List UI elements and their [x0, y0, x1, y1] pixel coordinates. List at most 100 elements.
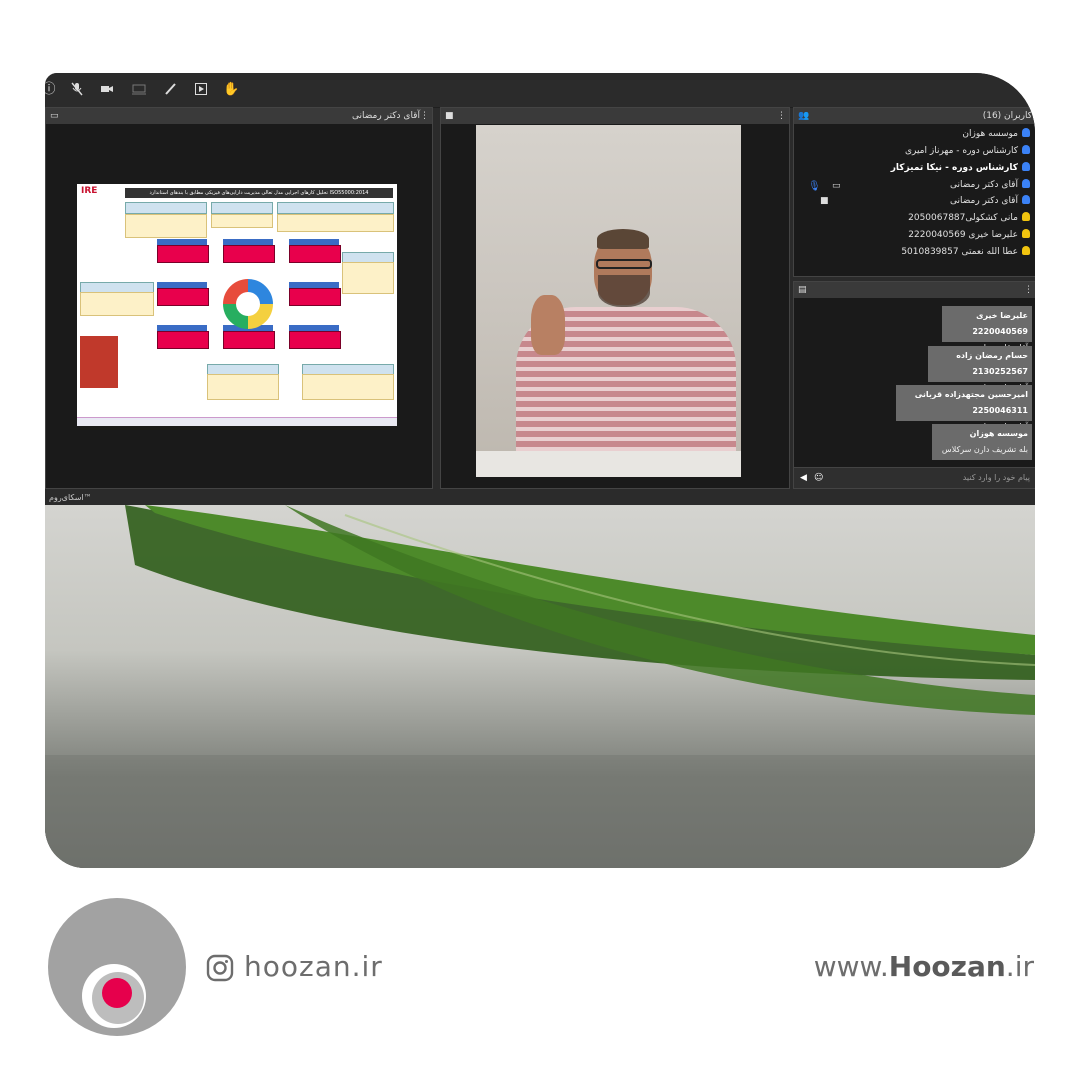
slide-note [211, 214, 273, 228]
video-desk [476, 451, 741, 477]
participant-item[interactable]: آقای دکتر رمضانی [950, 177, 1030, 193]
chat-header: ▤ ⋮ [794, 282, 1035, 298]
video-panel: ■ ⋮ [440, 107, 790, 489]
slide-footer [77, 417, 397, 426]
screen-icon: ▭ [832, 181, 841, 191]
participant-item[interactable]: کارشناس دوره - مهرناز امیری [905, 143, 1030, 159]
participant-item[interactable]: آقای دکتر رمضانی [950, 193, 1030, 209]
site-brand: Hoozan [888, 950, 1006, 983]
slide-panel-header: ▭ آقای دکتر رمضانی ⋮ [46, 108, 432, 124]
video-person-hand [531, 295, 565, 355]
video-person-glasses [596, 259, 652, 269]
slide-box [211, 202, 273, 214]
participant-name: کارشناس دوره - نیکا تمیزکار [890, 163, 1018, 173]
chat-message-text: بله تشریف دارن سرکلاس [941, 445, 1028, 454]
play-icon[interactable] [193, 82, 209, 98]
participant-name: آقای دکتر رمضانی [949, 196, 1018, 206]
menu-dots-icon[interactable]: ⋮ [777, 108, 786, 124]
shared-slide: IRE تحلیل کارهای اجرایی مدل تعالی مدیریت… [77, 184, 397, 426]
instagram-handle[interactable]: hoozan.ir [244, 950, 383, 983]
user-icon [1022, 179, 1030, 188]
site-suffix: .ir [1005, 950, 1034, 983]
participant-item[interactable]: کارشناس دوره - نیکا تمیزکار [891, 160, 1030, 176]
user-icon [1022, 195, 1030, 204]
user-icon [1022, 229, 1030, 238]
slide-box [277, 202, 394, 214]
menu-dots-icon[interactable]: ⋮ [420, 108, 429, 124]
participants-header: 👥 کاربران (16) [794, 108, 1035, 124]
meeting-window: ⓘ ✋ ▭ آقای دکتر رمضانی ⋮ IRE تحلیل کارها… [45, 73, 1035, 868]
participant-name: آقای دکتر رمضانی [949, 180, 1018, 190]
participant-item[interactable]: موسسه هوزان [962, 126, 1030, 142]
send-icon[interactable]: ◀ [800, 468, 807, 488]
hoozan-logo-dot [102, 978, 132, 1008]
slide-panel: ▭ آقای دکتر رمضانی ⋮ IRE تحلیل کارهای اج… [45, 107, 433, 489]
chat-message: امیرحسین مجتهدزاده قربانی 2250046311 آقا… [896, 385, 1032, 431]
pen-icon[interactable] [162, 82, 178, 98]
slide-step [157, 331, 209, 349]
slide-note [80, 292, 154, 316]
slide-logo: IRE [81, 186, 98, 196]
slide-step [157, 288, 209, 306]
chat-message: حسام رمضان زاده 2130252567 آقای قاسم زاد… [928, 346, 1032, 392]
site-prefix: www. [813, 950, 889, 983]
slide-title: تحلیل کارهای اجرایی مدل تعالی مدیریت دار… [125, 188, 393, 198]
video-person-hair [597, 229, 649, 249]
slide-step [223, 331, 275, 349]
menu-dots-icon[interactable]: ⋮ [1024, 282, 1033, 298]
raise-hand-icon[interactable]: ✋ [223, 82, 239, 98]
participants-title: کاربران (16) [982, 111, 1032, 121]
screen-share-icon[interactable] [131, 82, 147, 98]
participant-name: مانی کشکولی2050067887 [908, 213, 1018, 223]
chat-input[interactable]: ◀ ☺ پیام خود را وارد کنید [794, 467, 1035, 488]
user-icon [1022, 212, 1030, 221]
slide-step [157, 245, 209, 263]
participant-item[interactable]: مانی کشکولی2050067887 [908, 210, 1030, 226]
participants-panel: 👥 کاربران (16) موسسه هوزان کارشناس دوره … [793, 107, 1035, 277]
slide-step [223, 245, 275, 263]
slide-panel-title: آقای دکتر رمضانی [351, 111, 420, 121]
chat-message: موسسه هوزان بله تشریف دارن سرکلاس [932, 424, 1032, 460]
users-icon: 👥 [798, 111, 810, 121]
slide-note [125, 214, 207, 238]
slide-note [342, 262, 394, 294]
slide-step [289, 331, 341, 349]
camera-icon[interactable] [99, 82, 115, 98]
webcam-video [476, 125, 741, 477]
chat-panel: ▤ ⋮ علیرضا خیری 2220040569 آقای قاسم زاد… [793, 281, 1035, 489]
slide-step [289, 245, 341, 263]
participant-name: موسسه هوزان [962, 129, 1018, 139]
video-panel-header: ■ ⋮ [441, 108, 789, 124]
chat-message-sender: موسسه هوزان [969, 429, 1028, 438]
participant-item[interactable]: علیرضا خیری 2220040569 [908, 227, 1030, 243]
book-cover-image [80, 336, 118, 388]
participants-list: موسسه هوزان کارشناس دوره - مهرناز امیری … [794, 126, 1035, 276]
website-link[interactable]: www.Hoozan.ir [814, 950, 1034, 983]
participant-name: علیرضا خیری 2220040569 [908, 230, 1018, 240]
camera-icon: ■ [445, 111, 454, 121]
monitor-icon: ▭ [50, 111, 59, 121]
slide-note [207, 374, 279, 400]
user-icon [1022, 162, 1030, 171]
participant-item[interactable]: عطا الله نعمتی 5010839857 [901, 244, 1030, 260]
user-icon [1022, 246, 1030, 255]
toolbar: ⓘ ✋ [45, 73, 1035, 108]
user-icon [1022, 128, 1030, 137]
emoji-icon[interactable]: ☺ [814, 468, 823, 488]
slide-step [289, 288, 341, 306]
app-label: اسکای‌روم™ [45, 491, 1035, 505]
chat-message-sender: حسام رمضان زاده 2130252567 [956, 351, 1028, 376]
mic-icon: 🎙 [808, 181, 821, 192]
mic-muted-icon[interactable] [69, 82, 85, 98]
pdca-cycle [223, 279, 273, 329]
chat-message: علیرضا خیری 2220040569 آقای قاسم زاده [942, 306, 1032, 352]
camera-icon: ■ [820, 196, 829, 206]
info-icon[interactable]: ⓘ [45, 82, 57, 98]
slide-note [277, 214, 394, 232]
participant-name: عطا الله نعمتی 5010839857 [901, 247, 1018, 257]
background-leaf-image [45, 505, 1035, 868]
chat-icon: ▤ [798, 285, 807, 295]
slide-box [125, 202, 207, 214]
participant-name: کارشناس دوره - مهرناز امیری [904, 146, 1018, 156]
chat-message-sender: امیرحسین مجتهدزاده قربانی 2250046311 [914, 390, 1028, 415]
